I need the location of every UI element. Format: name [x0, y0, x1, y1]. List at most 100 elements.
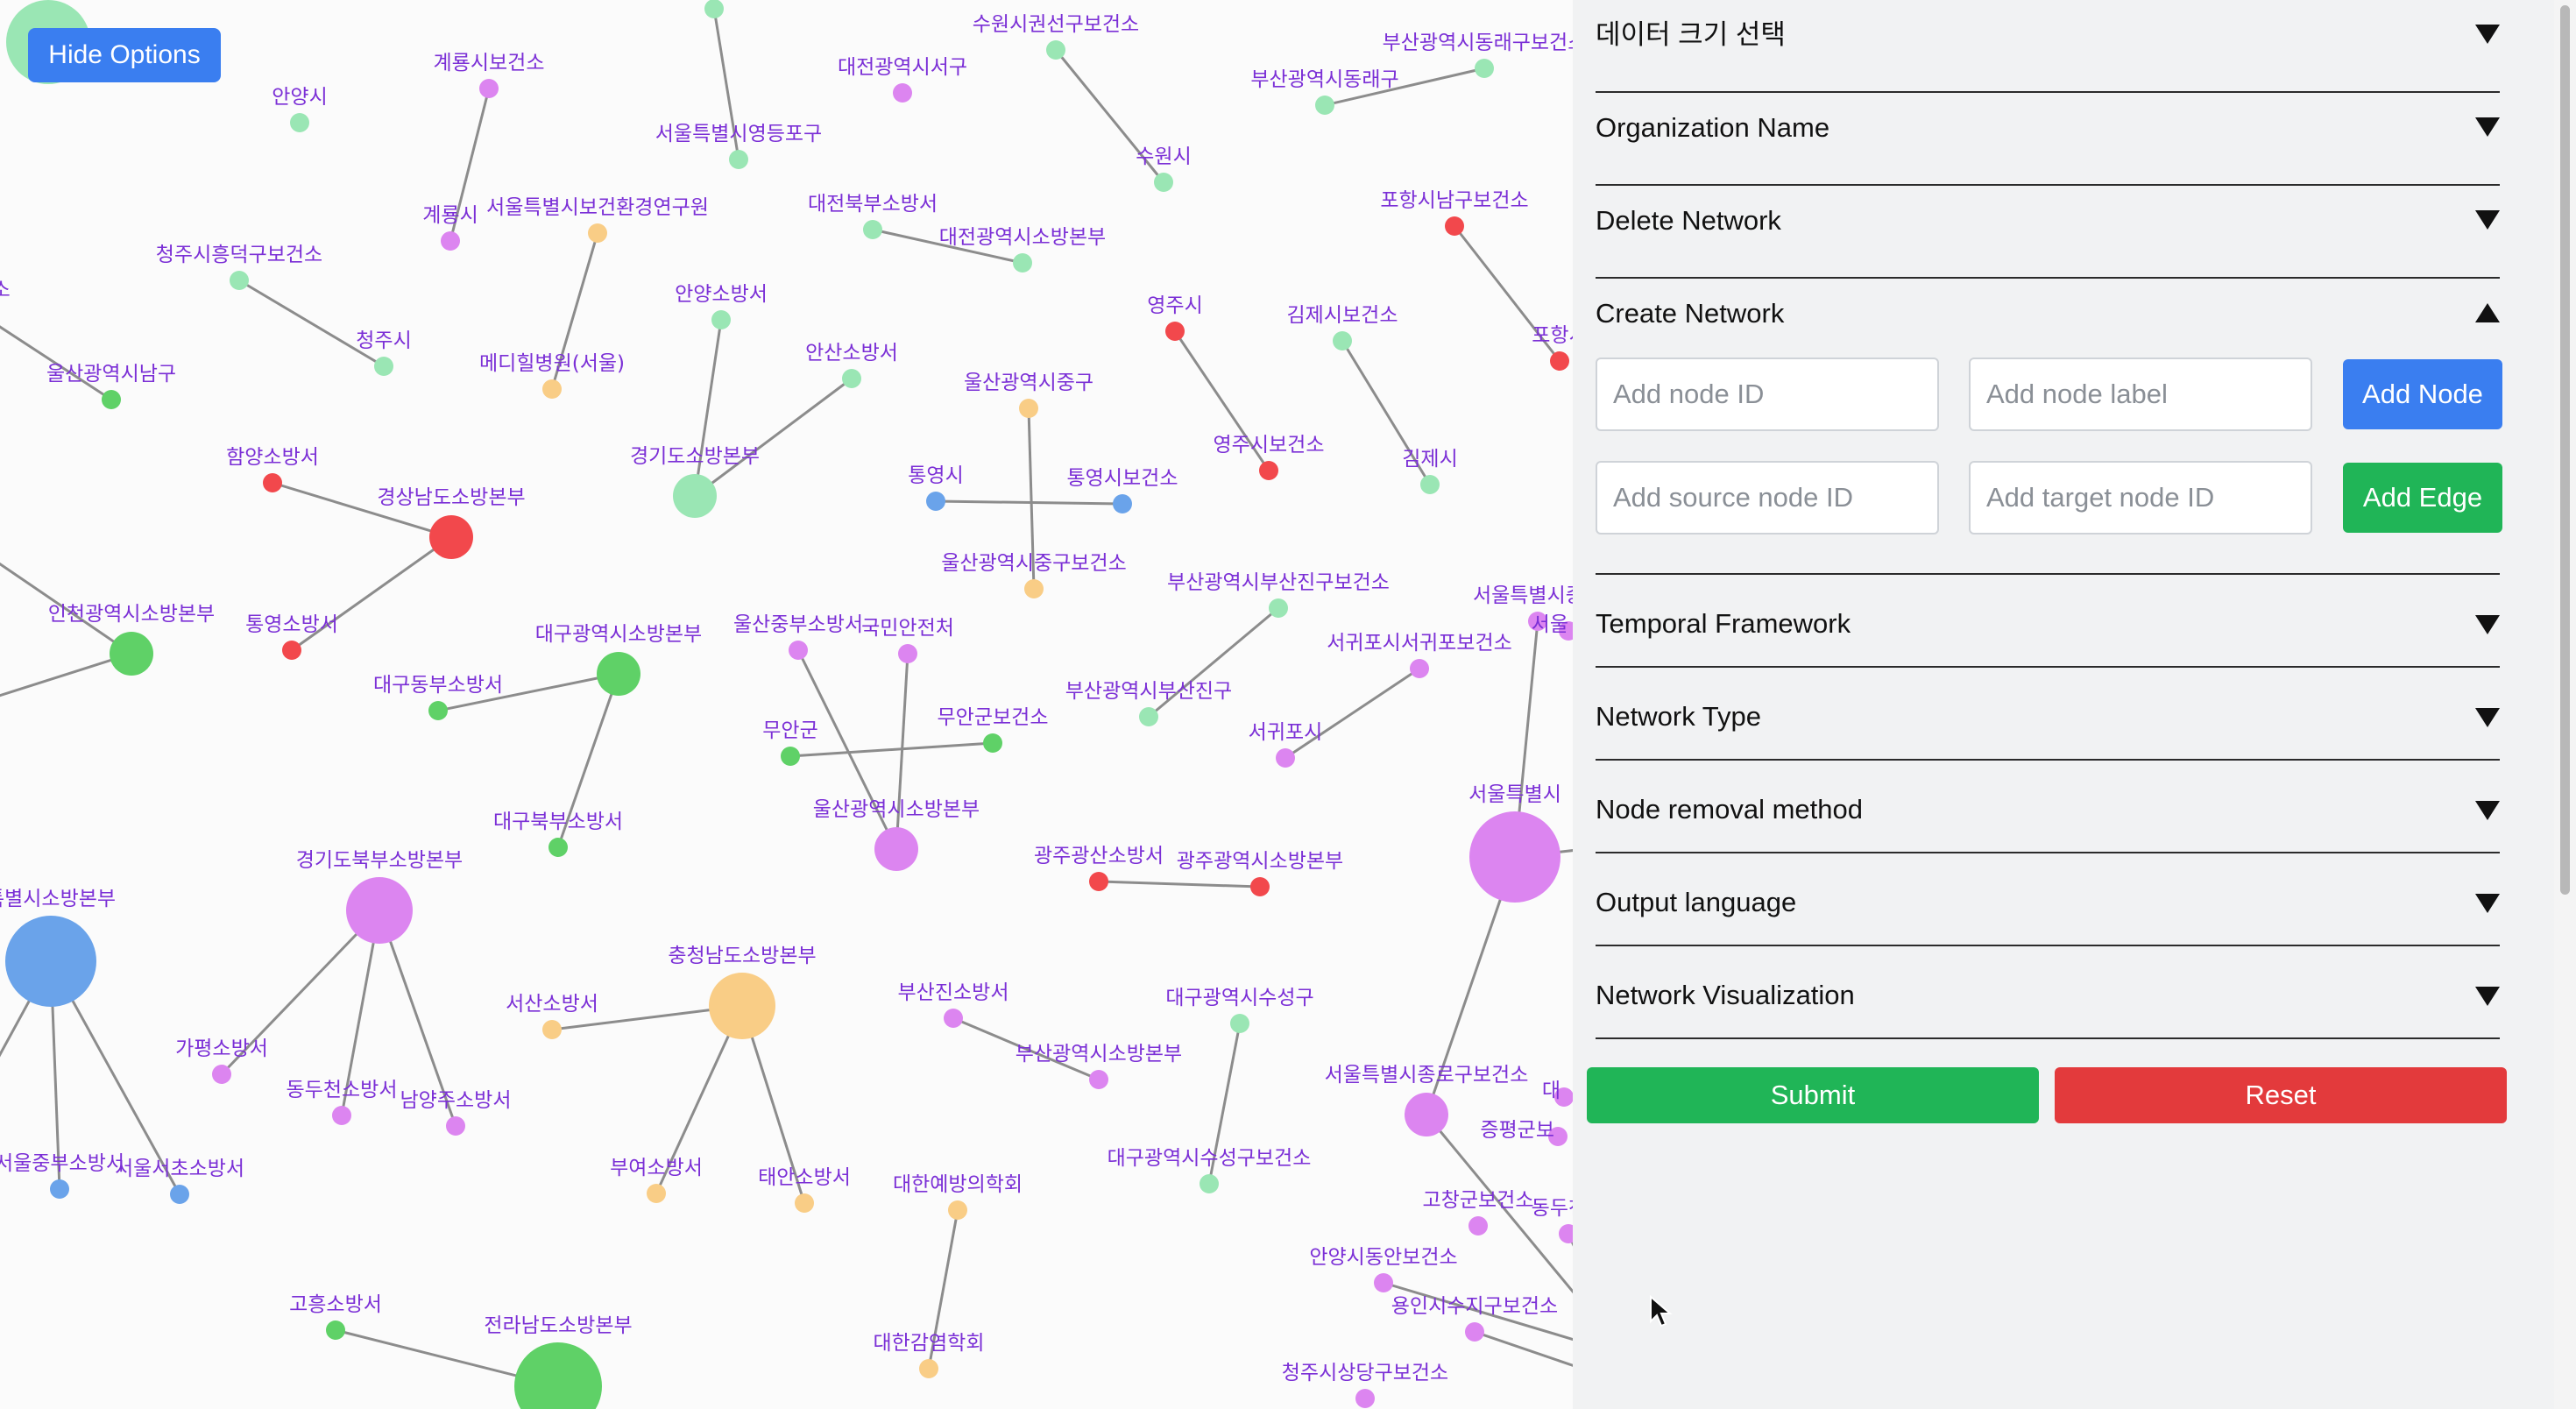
add-node-id-input[interactable]	[1596, 358, 1939, 431]
graph-node[interactable]	[898, 644, 917, 663]
graph-node[interactable]	[1165, 322, 1185, 341]
graph-node[interactable]	[1468, 1216, 1488, 1236]
section-organization-name[interactable]: Organization Name	[1596, 93, 2500, 186]
scrollbar-thumb[interactable]	[2560, 5, 2570, 895]
graph-node[interactable]	[795, 1193, 814, 1213]
graph-node[interactable]	[647, 1184, 666, 1203]
chevron-up-icon[interactable]	[2475, 303, 2500, 322]
graph-node[interactable]	[1315, 96, 1334, 115]
graph-node[interactable]	[446, 1116, 465, 1136]
graph-node[interactable]	[479, 79, 499, 98]
graph-node[interactable]	[429, 515, 473, 559]
graph-node[interactable]	[212, 1065, 231, 1084]
graph-node[interactable]	[1046, 40, 1065, 60]
add-node-label-input[interactable]	[1969, 358, 2312, 431]
graph-node[interactable]	[1550, 351, 1569, 371]
chevron-down-icon[interactable]	[2475, 25, 2500, 44]
graph-node[interactable]	[542, 379, 562, 399]
graph-node[interactable]	[263, 473, 282, 492]
add-source-node-input[interactable]	[1596, 461, 1939, 535]
graph-node[interactable]	[428, 701, 448, 720]
graph-node[interactable]	[332, 1106, 351, 1125]
graph-node[interactable]	[709, 973, 775, 1039]
graph-node[interactable]	[1445, 216, 1464, 236]
graph-node[interactable]	[673, 474, 717, 518]
graph-node[interactable]	[1250, 877, 1270, 896]
graph-node[interactable]	[1469, 811, 1560, 903]
graph-node[interactable]	[1374, 1273, 1393, 1292]
graph-node[interactable]	[102, 390, 121, 409]
graph-node[interactable]	[230, 271, 249, 290]
graph-node[interactable]	[548, 838, 568, 857]
add-node-button[interactable]: Add Node	[2343, 359, 2502, 429]
graph-node[interactable]	[1139, 707, 1158, 726]
add-target-node-input[interactable]	[1969, 461, 2312, 535]
graph-node[interactable]	[1013, 253, 1032, 273]
graph-node[interactable]	[1276, 748, 1295, 768]
chevron-down-icon[interactable]	[2475, 987, 2500, 1006]
graph-node[interactable]	[781, 747, 800, 766]
graph-node[interactable]	[729, 150, 748, 169]
graph-node[interactable]	[110, 632, 153, 676]
graph-node[interactable]	[874, 827, 918, 871]
graph-node[interactable]	[926, 492, 945, 511]
graph-node[interactable]	[1024, 579, 1044, 598]
chevron-down-icon[interactable]	[2475, 894, 2500, 913]
graph-node[interactable]	[1200, 1174, 1219, 1193]
add-edge-button[interactable]: Add Edge	[2343, 463, 2502, 533]
graph-node[interactable]	[5, 916, 96, 1007]
graph-node[interactable]	[282, 641, 301, 660]
graph-node[interactable]	[374, 357, 393, 376]
graph-node[interactable]	[863, 220, 882, 239]
chevron-down-icon[interactable]	[2475, 117, 2500, 137]
graph-node[interactable]	[1475, 59, 1494, 78]
graph-node[interactable]	[1405, 1093, 1448, 1136]
graph-node[interactable]	[711, 310, 731, 329]
reset-button[interactable]: Reset	[2055, 1067, 2507, 1123]
graph-node[interactable]	[893, 83, 912, 103]
graph-node[interactable]	[704, 0, 724, 18]
network-graph-canvas[interactable]: 안양시 계룡시보건소계룡시 서울특별시영등포구 대전광역시서구 수원시권선구보건소수원시…	[0, 0, 1573, 1409]
graph-node[interactable]	[1113, 494, 1132, 513]
graph-node[interactable]	[1089, 1070, 1108, 1089]
graph-node[interactable]	[346, 877, 413, 944]
graph-node[interactable]	[948, 1200, 967, 1220]
section-network-visualization[interactable]: Network Visualization	[1596, 946, 2500, 1039]
graph-node[interactable]	[1410, 659, 1429, 678]
graph-node[interactable]	[326, 1320, 345, 1340]
graph-node[interactable]	[542, 1020, 562, 1039]
chevron-down-icon[interactable]	[2475, 615, 2500, 634]
graph-node[interactable]	[789, 641, 808, 660]
graph-node[interactable]	[597, 652, 640, 696]
graph-node[interactable]	[983, 733, 1002, 753]
section-output-language[interactable]: Output language	[1596, 853, 2500, 946]
chevron-down-icon[interactable]	[2475, 708, 2500, 727]
graph-node[interactable]	[1019, 399, 1038, 418]
graph-node[interactable]	[944, 1009, 963, 1028]
graph-node[interactable]	[290, 113, 309, 132]
graph-node[interactable]	[1154, 173, 1173, 192]
graph-node[interactable]	[514, 1342, 602, 1409]
graph-node[interactable]	[1465, 1322, 1484, 1342]
section-data-size[interactable]: 데이터 크기 선택	[1596, 0, 2500, 93]
graph-node[interactable]	[1269, 598, 1288, 618]
graph-node[interactable]	[1259, 461, 1278, 480]
section-network-type[interactable]: Network Type	[1596, 668, 2500, 761]
graph-node[interactable]	[842, 369, 861, 388]
panel-scrollbar[interactable]	[2554, 0, 2576, 1409]
graph-node[interactable]	[919, 1359, 938, 1378]
graph-node[interactable]	[1420, 475, 1440, 494]
hide-options-button[interactable]: Hide Options	[28, 28, 221, 82]
chevron-down-icon[interactable]	[2475, 801, 2500, 820]
graph-node[interactable]	[1559, 1224, 1573, 1243]
chevron-down-icon[interactable]	[2475, 210, 2500, 230]
graph-node[interactable]	[441, 231, 460, 251]
graph-node[interactable]	[1230, 1014, 1249, 1033]
graph-node[interactable]	[1089, 872, 1108, 891]
section-node-removal-method[interactable]: Node removal method	[1596, 761, 2500, 853]
submit-button[interactable]: Submit	[1587, 1067, 2039, 1123]
section-delete-network[interactable]: Delete Network	[1596, 186, 2500, 279]
graph-node[interactable]	[1333, 331, 1352, 350]
graph-node[interactable]	[588, 223, 607, 243]
graph-node[interactable]	[170, 1185, 189, 1204]
